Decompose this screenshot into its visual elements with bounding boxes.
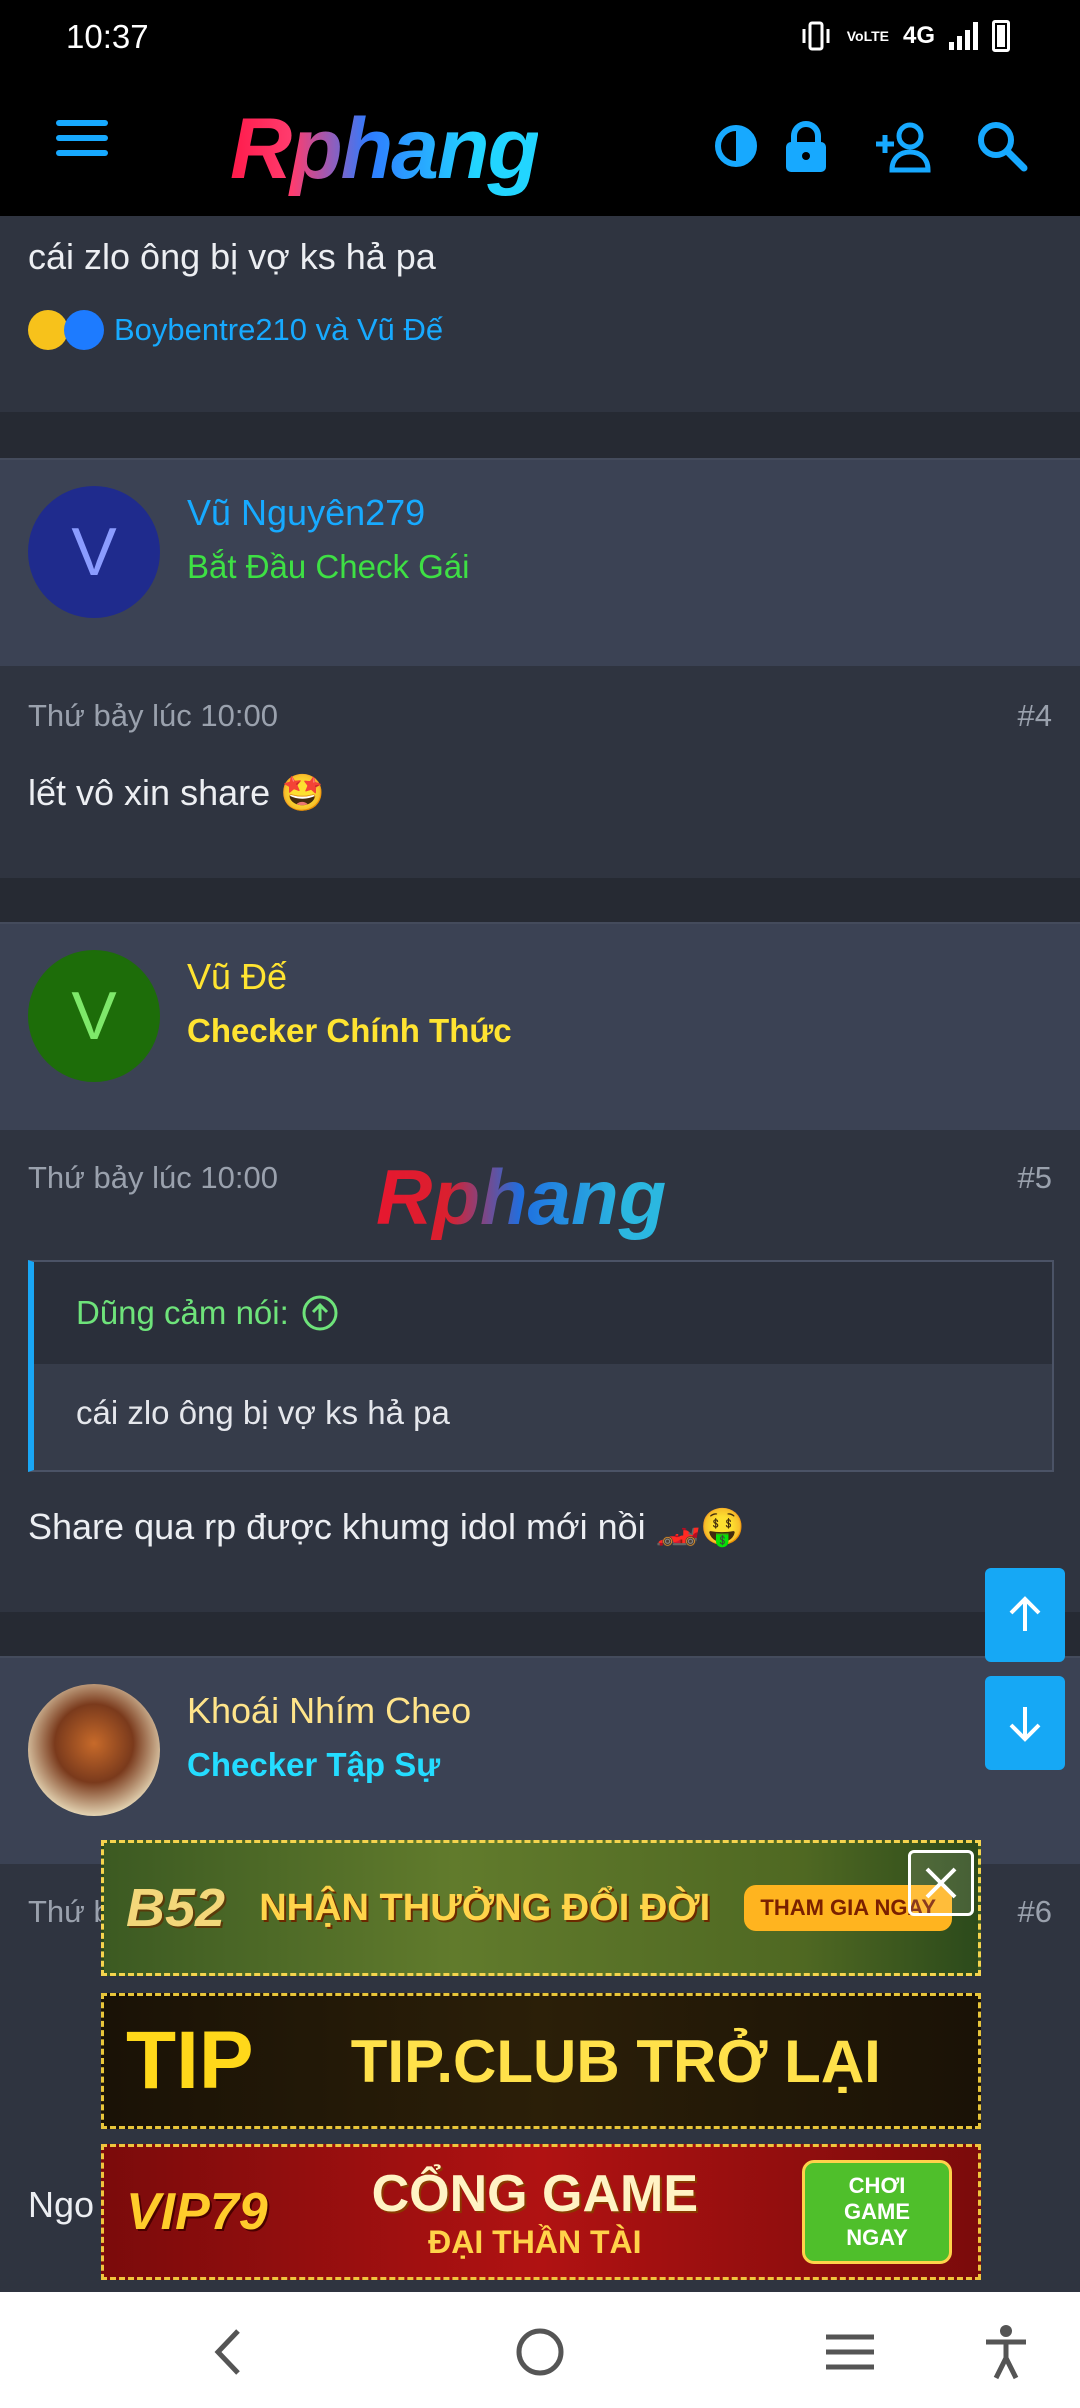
post-message: lết vô xin share 🤩 [28,772,325,813]
post-number[interactable]: #5 [1018,1160,1052,1196]
quote-block: Dũng cảm nói: cái zlo ông bị vợ ks hả pa [28,1260,1054,1472]
ad-banner-tip[interactable]: TIP TIP.CLUB TRỞ LẠI [101,1993,981,2129]
search-icon[interactable] [972,116,1032,176]
post-number[interactable]: #4 [1018,698,1052,734]
ad-banner-vip79[interactable]: VIP79 CỔNG GAME ĐẠI THẦN TÀI CHƠI GAME N… [101,2144,981,2280]
post-card: cái zlo ông bị vợ ks hả pa Boybentre210 … [0,216,1080,412]
ad-text-block: CỔNG GAME ĐẠI THẦN TÀI [268,2164,802,2261]
ad-cta[interactable]: CHƠI GAME NGAY [802,2160,952,2264]
status-bar: 10:37 VoLTE 4G [0,0,1080,78]
post-number[interactable]: #6 [1018,1894,1052,1930]
register-icon[interactable] [872,116,938,176]
haha-reaction-icon [28,310,68,350]
ad-banner-b52[interactable]: B52 NHẬN THƯỞNG ĐỔI ĐỜI THAM GIA NGAY [101,1840,981,1976]
back-button[interactable] [198,2322,258,2382]
network-label: 4G [902,22,935,49]
post-card: Thứ bảy lúc 10:00 #4 lết vô xin share 🤩 [0,666,1080,878]
post-message: cái zlo ông bị vợ ks hả pa [28,236,436,277]
post-gap [0,1612,1080,1656]
post-user-header: V Vũ Nguyên279 Bắt Đầu Check Gái [0,458,1080,666]
accessibility-icon [986,2325,1026,2380]
user-title: Checker Chính Thức [187,1012,512,1049]
ad-text: CỔNG GAME [371,2164,699,2223]
quote-author[interactable]: Dũng cảm nói: [76,1294,289,1332]
ad-text: NHẬN THƯỞNG ĐỔI ĐỜI [259,1886,711,1929]
ad-brand: TIP [126,2015,254,2106]
ad-brand: VIP79 [126,2183,268,2241]
post-gap [0,878,1080,922]
post-date[interactable]: Thứ bảy lúc 10:00 [28,698,278,734]
ad-text: TIP.CLUB TRỞ LẠI [350,2027,881,2095]
post-date[interactable]: Thứ b [28,1894,111,1930]
reactions[interactable]: Boybentre210 và Vũ Đế [28,310,443,350]
scroll-bottom-button[interactable] [985,1676,1065,1770]
ad-brand: B52 [126,1878,226,1938]
post-date[interactable]: Thứ bảy lúc 10:00 [28,1160,278,1196]
post-card: Thứ bảy lúc 10:00 #5 Rphang Dũng cảm nói… [0,1130,1080,1612]
arrow-up-circle-icon[interactable] [301,1294,339,1332]
post-user-header: Khoái Nhím Cheo Checker Tập Sự [0,1656,1080,1864]
user-title: Checker Tập Sự [187,1746,441,1783]
status-icons: VoLTE 4G [799,20,1010,52]
post-message: Ngo [28,2184,95,2225]
reactions-text[interactable]: Boybentre210 và Vũ Đế [114,312,443,348]
volte-label: VoLTE [846,28,889,44]
recents-icon [826,2334,874,2370]
avatar[interactable]: V [28,486,160,618]
back-icon [214,2329,240,2375]
post-message: Share qua rp được khumg idol mới nồi 🏎️🤑 [28,1506,746,1547]
username[interactable]: Vũ Nguyên279 [187,492,425,534]
system-nav-bar [0,2292,1080,2408]
site-logo[interactable]: Rphang [230,100,540,199]
close-ads-button[interactable] [908,1850,974,1916]
recents-button[interactable] [820,2322,880,2382]
status-time: 10:37 [66,18,149,55]
avatar[interactable]: V [28,950,160,1082]
accessibility-button[interactable] [976,2322,1036,2382]
home-button[interactable] [510,2322,570,2382]
post-user-header: V Vũ Đế Checker Chính Thức [0,922,1080,1130]
theme-toggle-icon[interactable] [706,116,766,176]
battery-icon [992,20,1010,52]
user-title: Bắt Đầu Check Gái [187,548,470,585]
arrow-up-icon [1009,1596,1041,1631]
home-icon [516,2328,564,2376]
quote-header[interactable]: Dũng cảm nói: [34,1262,1052,1364]
vibrate-icon [802,21,830,51]
post-gap [0,412,1080,458]
avatar[interactable] [28,1684,160,1816]
quote-text: cái zlo ông bị vợ ks hả pa [76,1394,450,1431]
ad-text-sub: ĐẠI THẦN TÀI [428,2223,642,2260]
app-header: Rphang [0,78,1080,216]
username[interactable]: Khoái Nhím Cheo [187,1690,471,1732]
username[interactable]: Vũ Đế [187,956,287,998]
signal-icon [949,22,978,50]
close-icon [925,1867,957,1899]
like-reaction-icon [64,310,104,350]
lock-icon[interactable] [776,116,836,176]
watermark-logo: Rphang [376,1153,667,1241]
scroll-top-button[interactable] [985,1568,1065,1662]
arrow-down-icon [1009,1707,1041,1742]
menu-icon[interactable] [56,120,108,170]
